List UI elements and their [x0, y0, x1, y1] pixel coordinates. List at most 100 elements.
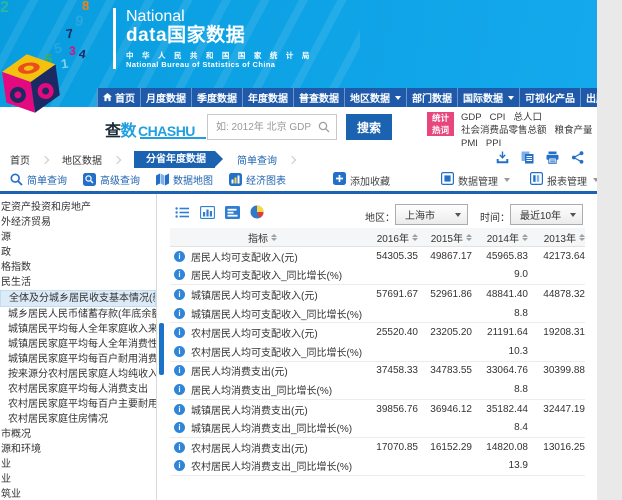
- sidebar-item[interactable]: 筑业: [0, 487, 156, 500]
- nav-item[interactable]: 地区数据: [344, 88, 406, 107]
- info-icon[interactable]: i: [174, 346, 185, 357]
- column-header-year[interactable]: 2014年: [472, 230, 528, 245]
- bar-chart-view-icon[interactable]: [200, 206, 215, 219]
- sidebar-item[interactable]: 按来源分农村居民家庭人均纯收入: [0, 367, 156, 382]
- sidebar-item[interactable]: 业: [0, 457, 156, 472]
- data-map-button[interactable]: 数据地图: [156, 172, 213, 187]
- sidebar-item[interactable]: 城乡居民人民币储蓄存款(年底余额): [0, 307, 156, 322]
- data-manage-dropdown[interactable]: 数据管理: [441, 172, 510, 188]
- indicator-cell: i 城镇居民人均可支配收入(元): [170, 287, 355, 302]
- value-2013: 13016.25: [528, 442, 585, 453]
- nav-item[interactable]: 国际数据: [457, 88, 519, 107]
- print-icon[interactable]: [546, 151, 559, 164]
- nav-item[interactable]: 部门数据: [406, 88, 457, 107]
- advanced-query-button[interactable]: 高级查询: [83, 172, 140, 187]
- sidebar-item[interactable]: 格指数: [0, 260, 156, 275]
- home-icon: [103, 93, 112, 102]
- indicator-cell: i 农村居民人均消费支出(元): [170, 440, 355, 455]
- cube-logo: [0, 52, 62, 116]
- report-manage-label: 报表管理: [547, 173, 587, 188]
- sort-icon: [579, 234, 585, 241]
- nav-item[interactable]: 月度数据: [140, 88, 191, 107]
- sidebar-item[interactable]: 源: [0, 230, 156, 245]
- hot-term-link[interactable]: PPI: [486, 137, 501, 150]
- breadcrumb-item[interactable]: 首页: [10, 152, 62, 167]
- info-icon[interactable]: i: [174, 308, 185, 319]
- value-2014: 8.8: [472, 384, 528, 395]
- nav-item[interactable]: 年度数据: [242, 88, 293, 107]
- info-icon[interactable]: i: [174, 442, 185, 453]
- info-icon[interactable]: i: [174, 289, 185, 300]
- add-favorite-button[interactable]: 添加收藏: [333, 172, 390, 188]
- indicator-cell: i 城镇居民人均可支配收入_同比增长(%): [170, 306, 355, 321]
- copy-icon[interactable]: [521, 151, 534, 164]
- pie-chart-view-icon[interactable]: [250, 205, 264, 219]
- info-icon[interactable]: i: [174, 404, 185, 415]
- sidebar-item[interactable]: 政: [0, 245, 156, 260]
- sidebar-item[interactable]: 业: [0, 472, 156, 487]
- simple-query-button[interactable]: 简单查询: [10, 172, 67, 187]
- table-row: i 城镇居民人均可支配收入(元) 57691.67 52961.86 48841…: [170, 285, 585, 304]
- nav-item[interactable]: 可视化产品: [519, 88, 580, 107]
- indicator-label: 农村居民人均可支配收入_同比增长(%): [191, 344, 362, 359]
- download-icon[interactable]: [496, 151, 509, 164]
- sidebar-item[interactable]: 城镇居民家庭平均每百户耐用消费品拥有量: [0, 352, 156, 367]
- sidebar-item[interactable]: 城镇居民平均每人全年家庭收入来源: [0, 322, 156, 337]
- nav-item[interactable]: 出版物: [580, 88, 597, 107]
- sidebar-item[interactable]: 农村居民家庭住房情况: [0, 412, 156, 427]
- column-header-year[interactable]: 2015年: [418, 230, 472, 245]
- econ-chart-icon: [229, 173, 242, 186]
- econ-chart-button[interactable]: 经济图表: [229, 172, 286, 187]
- sidebar-item[interactable]: 外经济贸易: [0, 215, 156, 230]
- report-manage-icon: [530, 172, 543, 188]
- breadcrumb-item-label: 首页: [10, 152, 30, 167]
- time-select-value: 最近10年: [520, 207, 561, 222]
- column-header-indicator[interactable]: 指标: [170, 230, 355, 245]
- hot-term-link[interactable]: PMI: [461, 137, 478, 150]
- table-row: i 农村居民人均可支配收入(元) 25520.40 23205.20 21191…: [170, 323, 585, 342]
- search-button[interactable]: 搜索: [346, 114, 392, 140]
- sidebar-item[interactable]: 农村居民家庭平均每百户主要耐用消费品拥有量: [0, 397, 156, 412]
- breadcrumb-item[interactable]: 分省年度数据: [134, 151, 215, 168]
- info-icon[interactable]: i: [174, 327, 185, 338]
- sidebar-scrollbar-thumb[interactable]: [159, 323, 164, 375]
- sidebar-item[interactable]: 定资产投资和房地产: [0, 200, 156, 215]
- indicator-cell: i 城镇居民人均消费支出_同比增长(%): [170, 420, 355, 435]
- nav-item[interactable]: 首页: [97, 88, 140, 107]
- info-icon[interactable]: i: [174, 365, 185, 376]
- sidebar-item[interactable]: 民生活: [0, 275, 156, 290]
- info-icon[interactable]: i: [174, 251, 185, 262]
- column-header-year[interactable]: 2013年: [528, 230, 585, 245]
- report-manage-dropdown[interactable]: 报表管理: [530, 172, 599, 188]
- sidebar-item[interactable]: 源和环境: [0, 442, 156, 457]
- hot-term-link[interactable]: 社会消费品零售总额: [461, 124, 547, 137]
- value-2016: 39856.76: [355, 404, 418, 415]
- breadcrumb-item[interactable]: 简单查询: [237, 152, 309, 167]
- nav-item[interactable]: 普查数据: [293, 88, 344, 107]
- share-icon[interactable]: [571, 151, 584, 164]
- info-icon[interactable]: i: [174, 269, 185, 280]
- sidebar-item[interactable]: 市概况: [0, 427, 156, 442]
- sidebar-item[interactable]: 城镇居民家庭平均每人全年消费性支出: [0, 337, 156, 352]
- breadcrumb-item[interactable]: 地区数据: [62, 152, 134, 167]
- hot-term-link[interactable]: 总人口: [513, 111, 542, 124]
- info-icon[interactable]: i: [174, 422, 185, 433]
- year-header-label: 2015年: [431, 230, 463, 245]
- region-select-value: 上海市: [405, 207, 435, 222]
- hot-term-link[interactable]: CPI: [490, 111, 506, 124]
- sidebar-item[interactable]: 全体及分城乡居民收支基本情况(新口径): [0, 290, 156, 307]
- breadcrumb-item-label: 分省年度数据: [146, 151, 206, 168]
- hbar-view-icon[interactable]: [225, 206, 240, 219]
- sidebar-item[interactable]: 农村居民家庭平均每人消费支出: [0, 382, 156, 397]
- info-icon[interactable]: i: [174, 460, 185, 471]
- hot-term-link[interactable]: 粮食产量: [555, 124, 593, 137]
- indicator-label: 城镇居民人均消费支出_同比增长(%): [191, 420, 352, 435]
- nav-item[interactable]: 季度数据: [191, 88, 242, 107]
- table-row: i 居民人均消费支出_同比增长(%) 8.8: [170, 380, 585, 400]
- column-header-year[interactable]: 2016年: [355, 230, 418, 245]
- info-icon[interactable]: i: [174, 384, 185, 395]
- time-select[interactable]: 最近10年: [510, 204, 583, 225]
- list-view-icon[interactable]: [175, 206, 190, 219]
- hot-term-link[interactable]: GDP: [461, 111, 482, 124]
- region-select[interactable]: 上海市: [395, 204, 468, 225]
